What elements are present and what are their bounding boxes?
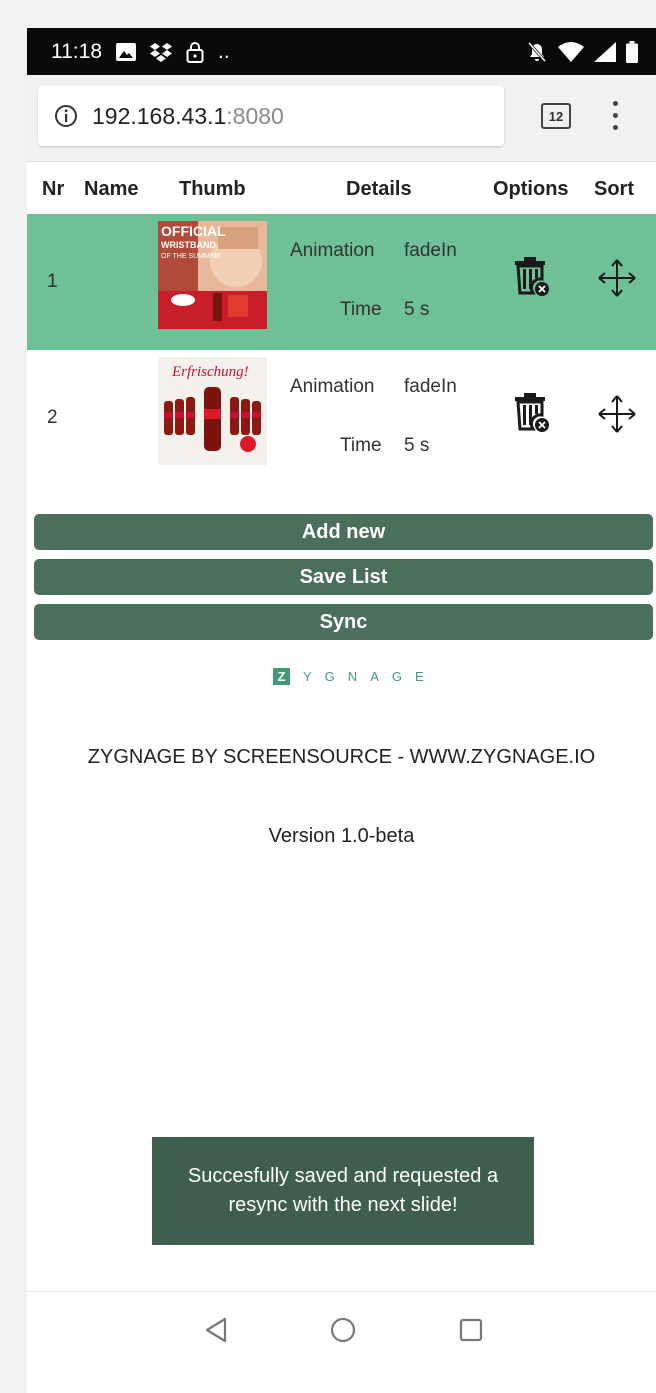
drag-move-icon[interactable] [597, 258, 637, 298]
logo-letter: Z [273, 668, 290, 685]
wifi-icon [558, 41, 584, 62]
status-bar: 11:18 .. [27, 28, 656, 75]
status-more-dots: .. [218, 39, 230, 63]
version-label: Version 1.0-beta [268, 825, 415, 847]
detail-animation-value: fadeIn [404, 376, 457, 397]
save-list-button[interactable]: Save List [34, 559, 653, 595]
delete-icon[interactable] [514, 257, 550, 297]
mute-icon [527, 41, 547, 62]
sync-button[interactable]: Sync [34, 604, 653, 640]
recents-icon[interactable] [459, 1318, 483, 1342]
dropbox-icon [150, 42, 172, 62]
home-icon[interactable] [330, 1317, 356, 1343]
detail-animation-label: Animation [290, 376, 375, 397]
thumb-text-wristband: WRISTBAND [161, 240, 216, 250]
android-nav-bar [27, 1291, 656, 1393]
header-sort: Sort [594, 178, 634, 200]
gallery-icon [116, 42, 136, 61]
logo-letter: G [391, 669, 402, 684]
tab-count: 12 [548, 108, 564, 124]
toast-message: Succesfully saved and requested a resync… [152, 1137, 534, 1245]
battery-icon [626, 40, 638, 63]
header-thumb: Thumb [179, 178, 246, 200]
url-host: 192.168.43.1:8080 [92, 102, 284, 129]
toast-text: Succesfully saved and requested a resync… [187, 1165, 499, 1216]
slide-thumbnail[interactable]: OFFICIAL WRISTBAND OF THE SUMMER [158, 221, 267, 329]
logo-letter: E [414, 669, 424, 684]
add-new-button[interactable]: Add new [34, 514, 653, 550]
tabs-button[interactable]: 12 [541, 103, 571, 129]
url-bar[interactable]: 192.168.43.1:8080 [38, 86, 504, 146]
table-row[interactable]: 1 OFFICIAL WRISTBAND OF THE SUMMER Anima… [27, 214, 656, 350]
logo-letter: N [347, 669, 358, 684]
header-details: Details [346, 178, 412, 200]
detail-time-label: Time [340, 435, 382, 456]
header-name: Name [84, 178, 139, 200]
delete-icon[interactable] [514, 393, 550, 433]
thumb-text-official: OFFICIAL [161, 223, 226, 239]
table-header: Nr Name Thumb Details Options Sort [27, 176, 656, 216]
status-time: 11:18 [51, 39, 102, 63]
detail-animation-label: Animation [290, 240, 375, 261]
thumb-text-erfrischung: Erfrischung! [171, 364, 249, 380]
phone-screen: 11:18 .. 192.168.43.1:8080 12 Nr Name Th… [27, 28, 656, 1393]
info-icon[interactable] [54, 104, 78, 128]
thumb-text-summer: OF THE SUMMER [161, 253, 220, 260]
url-port: :8080 [226, 102, 284, 129]
logo-letter: G [324, 669, 335, 684]
back-icon[interactable] [204, 1317, 228, 1343]
footer-credit: ZYGNAGE BY SCREENSOURCE - WWW.ZYGNAGE.IO [87, 746, 596, 768]
detail-time-label: Time [340, 299, 382, 320]
zygnage-logo: Z Y G N A G E [273, 668, 424, 685]
detail-time-value: 5 s [404, 299, 430, 320]
table-row[interactable]: 2 Erfrischung! Animation fadeIn Time 5 s [27, 350, 656, 486]
detail-animation-value: fadeIn [404, 240, 457, 261]
lock-icon [186, 41, 204, 63]
browser-toolbar: 192.168.43.1:8080 12 [27, 75, 656, 162]
header-options: Options [493, 178, 569, 200]
row-number: 2 [47, 407, 58, 428]
header-nr: Nr [42, 178, 65, 200]
logo-letter: A [370, 669, 379, 684]
slide-thumbnail[interactable]: Erfrischung! [158, 357, 267, 465]
drag-move-icon[interactable] [597, 394, 637, 434]
browser-menu-button[interactable] [609, 99, 621, 133]
signal-icon [594, 41, 616, 62]
row-number: 1 [47, 271, 58, 292]
logo-letter: Y [303, 669, 312, 684]
detail-time-value: 5 s [404, 435, 430, 456]
